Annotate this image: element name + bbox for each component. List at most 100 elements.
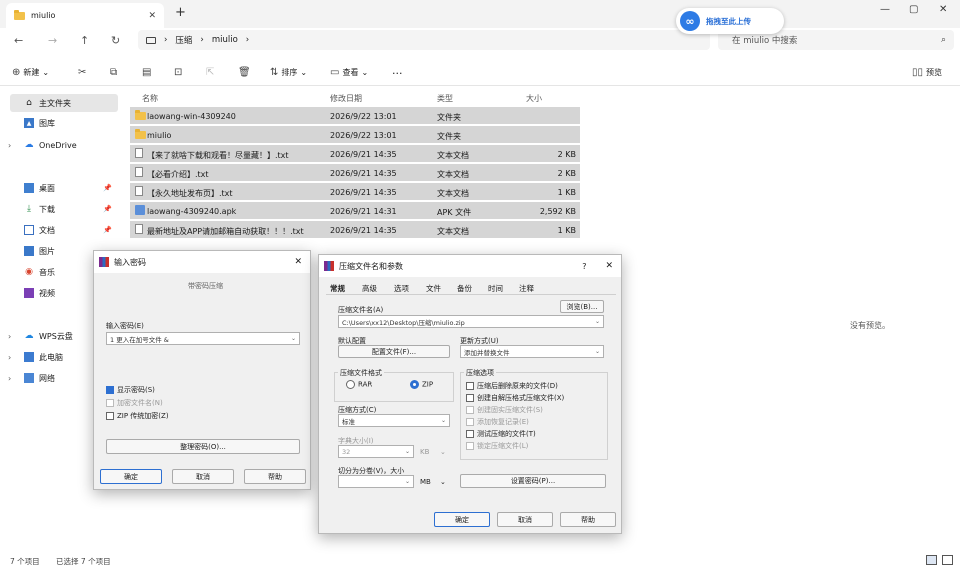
help-icon[interactable]: ?: [582, 262, 586, 271]
pin-icon[interactable]: 📌: [103, 205, 112, 213]
archive-cancel-button[interactable]: 取消: [497, 512, 553, 527]
chevron-down-icon[interactable]: ⌄: [405, 448, 410, 455]
cut-button[interactable]: ✂: [78, 67, 86, 78]
file-row[interactable]: miulio 2026/9/22 13:01 文件夹: [130, 126, 580, 144]
option-delete-after[interactable]: 压缩后删除原来的文件(D): [466, 381, 558, 391]
file-type: 文本文档: [437, 227, 469, 236]
sidebar-item-downloads[interactable]: ⤓ 下载 📌: [10, 200, 118, 218]
chevron-down-icon[interactable]: ⌄: [440, 478, 446, 486]
breadcrumb-miulio[interactable]: miulio: [212, 35, 238, 45]
tab-files[interactable]: 文件: [426, 283, 441, 294]
archive-ok-button[interactable]: 确定: [434, 512, 490, 527]
breadcrumb-compress[interactable]: 压缩: [175, 34, 192, 46]
sidebar-item-label: OneDrive: [39, 140, 77, 150]
tab-comment[interactable]: 注释: [519, 283, 534, 294]
archive-help-button[interactable]: 帮助: [560, 512, 616, 527]
share-button[interactable]: ⇱: [206, 67, 214, 78]
column-header-modified[interactable]: 修改日期: [330, 93, 362, 104]
up-arrow-icon[interactable]: ↑: [80, 34, 89, 47]
refresh-icon[interactable]: ↻: [111, 34, 120, 47]
option-sfx[interactable]: 创建自解压格式压缩文件(X): [466, 393, 564, 403]
close-icon[interactable]: ✕: [605, 261, 613, 271]
file-row[interactable]: 最新地址及APP请加邮箱自动获取！！！.txt 2026/9/21 14:35 …: [130, 221, 580, 239]
tab-time[interactable]: 时间: [488, 283, 503, 294]
sidebar-item-documents[interactable]: 文档 📌: [10, 221, 118, 239]
sidebar-item-onedrive[interactable]: › ☁ OneDrive: [8, 136, 118, 154]
chevron-right-icon[interactable]: ›: [8, 141, 11, 150]
close-icon[interactable]: ✕: [294, 257, 302, 267]
copy-button[interactable]: ⧉: [110, 67, 117, 78]
details-view-icon[interactable]: [926, 555, 937, 565]
help-button[interactable]: 帮助: [244, 469, 306, 484]
chevron-right-icon[interactable]: ›: [8, 374, 11, 383]
file-row[interactable]: 【来了就啥下载和观看！尽量藏！】.txt 2026/9/21 14:35 文本文…: [130, 145, 580, 163]
format-rar-radio[interactable]: RAR: [346, 380, 372, 389]
show-password-checkbox[interactable]: 显示密码(S): [106, 385, 155, 395]
method-select[interactable]: 标准 ⌄: [338, 414, 450, 427]
cancel-button[interactable]: 取消: [172, 469, 234, 484]
pin-icon[interactable]: 📌: [103, 226, 112, 234]
back-arrow-icon[interactable]: ←: [14, 34, 23, 47]
forward-arrow-icon[interactable]: →: [48, 34, 57, 47]
chevron-down-icon[interactable]: ⌄: [441, 417, 446, 424]
chevron-right-icon[interactable]: ›: [8, 353, 11, 362]
split-volumes-input[interactable]: ⌄: [338, 475, 414, 488]
close-window-button[interactable]: ✕: [939, 4, 947, 15]
delete-button[interactable]: 🗑: [238, 67, 251, 78]
organize-passwords-button[interactable]: 整理密码(O)...: [106, 439, 300, 454]
profiles-button[interactable]: 配置文件(F)...: [338, 345, 450, 358]
password-input[interactable]: 1 更入在加号文件 & ⌄: [106, 332, 300, 345]
chevron-down-icon[interactable]: ⌄: [291, 335, 296, 342]
file-row[interactable]: laowang-win-4309240 2026/9/22 13:01 文件夹: [130, 107, 580, 125]
details-pane-button[interactable]: ▯▯ 预览: [912, 67, 942, 78]
column-header-size[interactable]: 大小: [526, 93, 542, 104]
tab-advanced[interactable]: 高级: [362, 283, 377, 294]
column-header-type[interactable]: 类型: [437, 93, 453, 104]
archive-name-input[interactable]: C:\Users\xx12\Desktop\压缩\miulio.zip ⌄: [338, 315, 604, 328]
ok-button[interactable]: 确定: [100, 469, 162, 484]
chevron-down-icon[interactable]: ⌄: [405, 478, 410, 485]
new-tab-button[interactable]: +: [175, 5, 186, 20]
chevron-down-icon[interactable]: ⌄: [595, 318, 600, 325]
pin-icon[interactable]: 📌: [103, 184, 112, 192]
encrypt-filenames-checkbox[interactable]: 加密文件名(N): [106, 398, 163, 408]
dictionary-value: 32: [342, 447, 351, 456]
set-password-button[interactable]: 设置密码(P)...: [460, 474, 606, 488]
more-options-button[interactable]: ···: [392, 67, 403, 80]
option-test-archive[interactable]: 测试压缩的文件(T): [466, 429, 536, 439]
tab-close-icon[interactable]: ✕: [148, 11, 156, 21]
file-row[interactable]: 【永久地址发布页】.txt 2026/9/21 14:35 文本文档 1 KB: [130, 183, 580, 201]
new-button[interactable]: ⊕ 新建 ⌄: [12, 67, 49, 78]
dictionary-select[interactable]: 32 ⌄: [338, 445, 414, 458]
option-recovery-record[interactable]: 添加恢复记录(E): [466, 417, 529, 427]
paste-button[interactable]: ▤: [142, 67, 151, 78]
column-header-name[interactable]: 名称: [142, 93, 158, 104]
cloud-upload-badge[interactable]: ∞ 拖拽至此上传: [676, 8, 784, 34]
minimize-button[interactable]: —: [880, 4, 890, 15]
file-row[interactable]: laowang-4309240.apk 2026/9/21 14:31 APK …: [130, 202, 580, 220]
sidebar-item-home[interactable]: ⌂ 主文件夹: [10, 94, 118, 112]
update-mode-select[interactable]: 添加并替换文件 ⌄: [460, 345, 604, 358]
tab-options[interactable]: 选项: [394, 283, 409, 294]
option-solid[interactable]: 创建固实压缩文件(S): [466, 405, 543, 415]
view-button[interactable]: ▭ 查看 ⌄: [330, 67, 368, 78]
chevron-down-icon[interactable]: ⌄: [595, 348, 600, 355]
rename-button[interactable]: ⊡: [174, 67, 182, 78]
chevron-right-icon[interactable]: ›: [8, 332, 11, 341]
tab-backup[interactable]: 备份: [457, 283, 472, 294]
tiles-view-icon[interactable]: [942, 555, 953, 565]
browse-button[interactable]: 浏览(B)...: [560, 300, 604, 313]
address-bar[interactable]: › 压缩 › miulio ›: [138, 30, 710, 50]
option-lock-archive[interactable]: 锁定压缩文件(L): [466, 441, 528, 451]
file-row[interactable]: 【必看介绍】.txt 2026/9/21 14:35 文本文档 2 KB: [130, 164, 580, 182]
document-icon: [24, 225, 34, 235]
sidebar-item-desktop[interactable]: 桌面 📌: [10, 179, 118, 197]
home-icon: ⌂: [26, 98, 32, 108]
zip-legacy-checkbox[interactable]: ZIP 传统加密(Z): [106, 411, 169, 421]
chevron-down-icon[interactable]: ⌄: [440, 448, 446, 456]
format-zip-radio[interactable]: ZIP: [410, 380, 433, 389]
tab-miulio[interactable]: miulio ✕: [6, 3, 164, 28]
maximize-button[interactable]: ▢: [909, 4, 918, 15]
sort-button[interactable]: ⇅ 排序 ⌄: [270, 67, 307, 78]
sidebar-item-gallery[interactable]: ▲ 图库: [10, 114, 118, 132]
